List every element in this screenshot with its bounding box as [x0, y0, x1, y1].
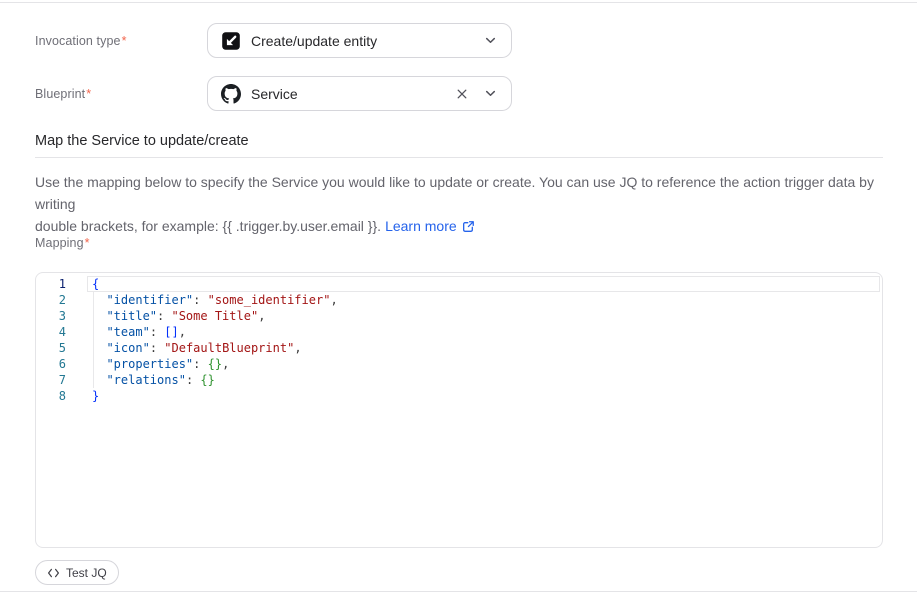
invocation-type-label: Invocation type*: [35, 33, 127, 49]
mapping-label-text: Mapping: [35, 236, 84, 250]
test-jq-button[interactable]: Test JQ: [35, 560, 119, 585]
section-divider: [35, 157, 883, 158]
code-line[interactable]: 7 "relations": {}: [36, 372, 882, 388]
clear-selection-icon[interactable]: [453, 85, 471, 103]
code-line[interactable]: 1{: [36, 276, 882, 292]
blueprint-label-text: Blueprint: [35, 87, 85, 101]
test-jq-label: Test JQ: [66, 566, 107, 580]
line-number: 4: [36, 324, 66, 340]
code-brackets-icon: [47, 568, 60, 578]
blueprint-label: Blueprint*: [35, 86, 91, 102]
line-number: 5: [36, 340, 66, 356]
description-line1: Use the mapping below to specify the Ser…: [35, 174, 874, 212]
code-line[interactable]: 5 "icon": "DefaultBlueprint",: [36, 340, 882, 356]
top-divider: [0, 2, 917, 3]
code-line[interactable]: 3 "title": "Some Title",: [36, 308, 882, 324]
required-asterisk: *: [86, 87, 91, 101]
line-number: 1: [36, 276, 66, 292]
line-number: 7: [36, 372, 66, 388]
line-number: 8: [36, 388, 66, 404]
description-line2: double brackets, for example: {{ .trigge…: [35, 218, 381, 234]
line-number: 2: [36, 292, 66, 308]
learn-more-link[interactable]: Learn more: [385, 218, 457, 234]
code-text: "title": "Some Title",: [92, 308, 265, 324]
external-link-icon[interactable]: [462, 217, 475, 239]
code-line[interactable]: 8}: [36, 388, 882, 404]
code-text: {: [92, 276, 99, 292]
action-form-page: Invocation type* Create/update entity Bl…: [0, 0, 917, 596]
section-heading: Map the Service to update/create: [35, 133, 249, 149]
blueprint-select[interactable]: Service: [207, 76, 512, 111]
upsert-entity-icon: [221, 31, 241, 51]
invocation-type-select[interactable]: Create/update entity: [207, 23, 512, 58]
github-icon: [221, 84, 241, 104]
chevron-down-icon[interactable]: [481, 32, 499, 50]
code-line[interactable]: 4 "team": [],: [36, 324, 882, 340]
chevron-down-icon[interactable]: [481, 85, 499, 103]
line-number: 3: [36, 308, 66, 324]
code-text: "identifier": "some_identifier",: [92, 292, 338, 308]
code-line[interactable]: 2 "identifier": "some_identifier",: [36, 292, 882, 308]
mapping-code-editor[interactable]: 1{2 "identifier": "some_identifier",3 "t…: [35, 272, 883, 548]
code-line[interactable]: 6 "properties": {},: [36, 356, 882, 372]
code-text: "team": [],: [92, 324, 186, 340]
section-description: Use the mapping below to specify the Ser…: [35, 171, 895, 239]
code-text: "relations": {}: [92, 372, 215, 388]
blueprint-value: Service: [251, 86, 453, 102]
required-asterisk: *: [85, 236, 90, 250]
code-text: "icon": "DefaultBlueprint",: [92, 340, 302, 356]
line-number: 6: [36, 356, 66, 372]
required-asterisk: *: [122, 34, 127, 48]
invocation-type-value: Create/update entity: [251, 33, 481, 49]
bottom-divider: [0, 591, 917, 592]
code-lines: 1{2 "identifier": "some_identifier",3 "t…: [36, 273, 882, 404]
code-text: "properties": {},: [92, 356, 229, 372]
code-text: }: [92, 388, 99, 404]
mapping-label: Mapping*: [35, 235, 90, 251]
invocation-type-label-text: Invocation type: [35, 34, 121, 48]
